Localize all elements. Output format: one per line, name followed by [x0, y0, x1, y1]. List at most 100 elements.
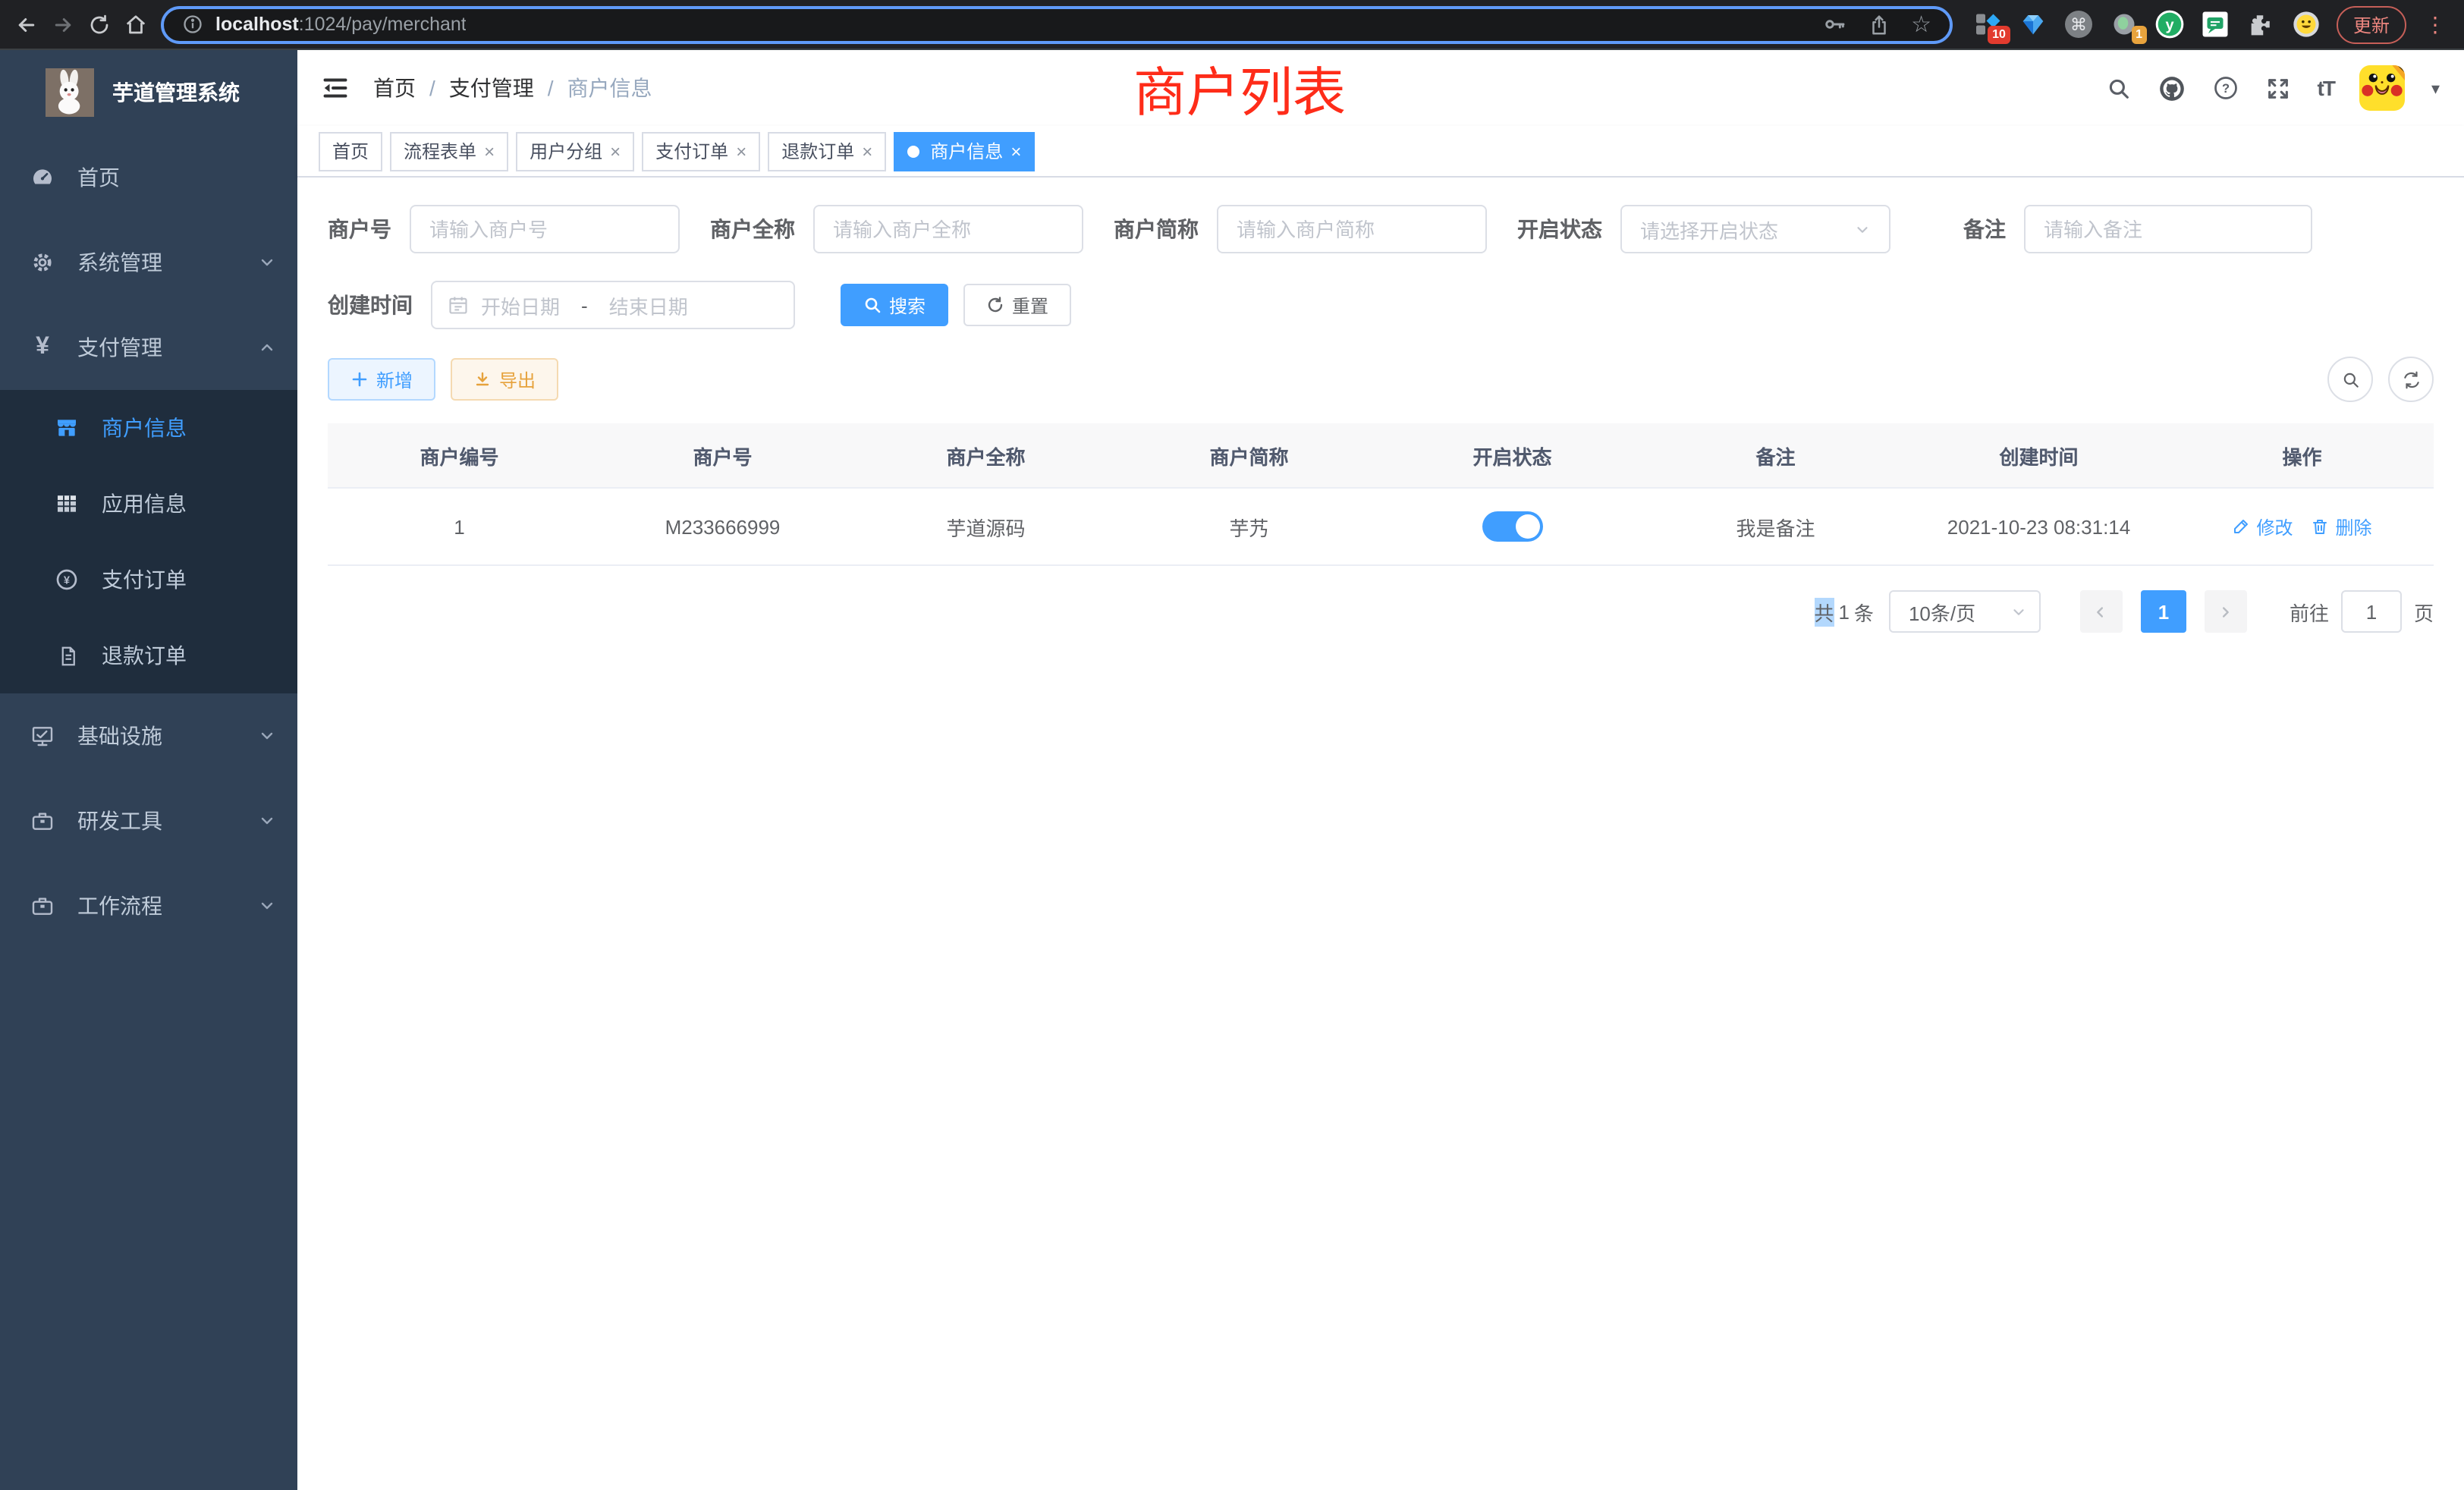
- extension-gem-icon[interactable]: [2018, 9, 2048, 39]
- sidebar-item-refund-order[interactable]: 退款订单: [0, 618, 297, 693]
- tab-user-group[interactable]: 用户分组×: [516, 131, 634, 171]
- page-merchant-list: 商户号 商户全称 商户简称 开启状态 请选择开启状态: [297, 178, 2464, 1490]
- browser-menu-icon[interactable]: ⋮: [2425, 14, 2446, 35]
- fullscreen-icon[interactable]: [2266, 75, 2292, 101]
- cell-full-name: 芋道源码: [854, 512, 1117, 541]
- breadcrumb-merchant-info: 商户信息: [567, 73, 652, 103]
- cell-remark: 我是备注: [1644, 512, 1907, 541]
- screen: localhost:1024/pay/merchant ☆ 10 ⌘: [0, 0, 2464, 1490]
- col-status: 开启状态: [1381, 441, 1644, 470]
- sidebar-item-system[interactable]: 系统管理: [0, 220, 297, 305]
- sidebar-item-payment[interactable]: ¥ 支付管理: [0, 305, 297, 390]
- reload-icon[interactable]: [88, 13, 111, 36]
- cell-merchant-id: 1: [328, 515, 591, 538]
- close-icon[interactable]: ×: [736, 140, 746, 162]
- tab-home[interactable]: 首页: [319, 131, 382, 171]
- refresh-button[interactable]: [2388, 357, 2434, 402]
- status-toggle[interactable]: [1482, 511, 1543, 542]
- sidebar-item-infrastructure[interactable]: 基础设施: [0, 693, 297, 778]
- sidebar-fold-icon[interactable]: [322, 74, 349, 102]
- sidebar-item-pay-order[interactable]: ¥ 支付订单: [0, 542, 297, 618]
- sidebar-item-dev-tools[interactable]: 研发工具: [0, 778, 297, 863]
- sidebar-item-merchant-info[interactable]: 商户信息: [0, 390, 297, 466]
- table-header-row: 商户编号 商户号 商户全称 商户简称 开启状态 备注 创建时间 操作: [328, 423, 2434, 489]
- github-icon[interactable]: [2158, 74, 2187, 102]
- breadcrumb-payment[interactable]: 支付管理: [449, 73, 534, 103]
- form-item-full-name: 商户全称: [710, 205, 1083, 253]
- table-row: 1 M233666999 芋道源码 芋艿 我是备注 2021-10-23 08:…: [328, 489, 2434, 566]
- profile-avatar-icon[interactable]: [2291, 9, 2321, 39]
- toggle-search-button[interactable]: [2327, 357, 2373, 402]
- avatar-caret-icon[interactable]: ▾: [2431, 78, 2440, 98]
- close-icon[interactable]: ×: [484, 140, 495, 162]
- extension-command-icon[interactable]: ⌘: [2063, 9, 2094, 39]
- address-bar[interactable]: localhost:1024/pay/merchant ☆: [161, 5, 1953, 43]
- tab-pay-order[interactable]: 支付订单×: [642, 131, 760, 171]
- reset-button[interactable]: 重置: [963, 284, 1071, 326]
- merchant-no-input[interactable]: [410, 205, 680, 253]
- remark-input[interactable]: [2024, 205, 2312, 253]
- header-search-icon[interactable]: [2107, 75, 2132, 101]
- delete-link[interactable]: 删除: [2312, 514, 2372, 539]
- close-icon[interactable]: ×: [1010, 140, 1021, 162]
- extension-y-icon[interactable]: y: [2154, 9, 2185, 39]
- tab-refund-order[interactable]: 退款订单×: [768, 131, 886, 171]
- pagination: 共 1 条 10条/页 1: [328, 590, 2434, 633]
- extension-chat-icon[interactable]: [2200, 9, 2230, 39]
- cell-short-name: 芋艿: [1117, 512, 1381, 541]
- page-1-button[interactable]: 1: [2141, 590, 2186, 633]
- briefcase-icon: [30, 894, 55, 918]
- chrome-update-button[interactable]: 更新: [2337, 5, 2406, 43]
- cell-merchant-no: M233666999: [591, 515, 854, 538]
- date-separator: -: [572, 294, 597, 316]
- extensions-puzzle-icon[interactable]: [2246, 9, 2276, 39]
- share-icon[interactable]: [1867, 13, 1890, 36]
- extension-circle-icon[interactable]: 1: [2109, 9, 2139, 39]
- status-select[interactable]: 请选择开启状态: [1620, 205, 1890, 253]
- chevron-down-icon: [2010, 603, 2027, 620]
- cell-created-at: 2021-10-23 08:31:14: [1907, 515, 2170, 538]
- chevron-down-icon: [258, 812, 276, 830]
- prev-page-button[interactable]: [2080, 590, 2123, 633]
- font-size-icon[interactable]: tT: [2318, 76, 2334, 100]
- next-page-button[interactable]: [2205, 590, 2247, 633]
- extension-blocks-icon[interactable]: 10: [1972, 9, 2003, 39]
- edit-link[interactable]: 修改: [2232, 514, 2293, 539]
- add-button[interactable]: 新增: [328, 358, 435, 401]
- breadcrumb-home[interactable]: 首页: [373, 73, 416, 103]
- sidebar-logo[interactable]: 芋道管理系统: [0, 50, 297, 135]
- bookmark-star-icon[interactable]: ☆: [1911, 13, 1931, 36]
- help-icon[interactable]: ?: [2213, 74, 2240, 102]
- forward-icon[interactable]: [52, 13, 74, 36]
- short-name-input[interactable]: [1217, 205, 1487, 253]
- remark-label: 备注: [1963, 214, 2006, 244]
- back-icon[interactable]: [15, 13, 38, 36]
- close-icon[interactable]: ×: [862, 140, 872, 162]
- short-name-label: 商户简称: [1114, 214, 1199, 244]
- sidebar-item-workflow[interactable]: 工作流程: [0, 863, 297, 948]
- form-item-short-name: 商户简称: [1114, 205, 1487, 253]
- tab-merchant-info[interactable]: 商户信息×: [894, 131, 1035, 171]
- tab-process-form[interactable]: 流程表单×: [390, 131, 508, 171]
- extension-icons: 10 ⌘ 1 y 更新 ⋮: [1972, 5, 2449, 43]
- close-icon[interactable]: ×: [610, 140, 621, 162]
- password-key-icon[interactable]: [1821, 12, 1846, 36]
- home-icon[interactable]: [124, 13, 147, 36]
- sidebar-item-home[interactable]: 首页: [0, 135, 297, 220]
- toggle-knob: [1516, 514, 1540, 539]
- export-button[interactable]: 导出: [451, 358, 558, 401]
- user-avatar[interactable]: [2360, 65, 2406, 111]
- url-text[interactable]: localhost:1024/pay/merchant: [215, 14, 467, 35]
- page-size-select[interactable]: 10条/页: [1889, 590, 2041, 633]
- full-name-input[interactable]: [813, 205, 1083, 253]
- yen-circle-icon: ¥: [55, 567, 79, 592]
- search-button[interactable]: 搜索: [841, 284, 948, 326]
- extension-badge: 10: [1988, 26, 2010, 44]
- status-label: 开启状态: [1517, 214, 1602, 244]
- date-range-picker[interactable]: 开始日期 - 结束日期: [431, 281, 795, 329]
- goto-page-input[interactable]: [2341, 590, 2402, 633]
- chevron-down-icon: [258, 727, 276, 745]
- sidebar-item-app-info[interactable]: 应用信息: [0, 466, 297, 542]
- search-form-row-2: 创建时间 开始日期 - 结束日期 搜索: [328, 281, 2434, 329]
- site-info-icon[interactable]: [182, 14, 203, 35]
